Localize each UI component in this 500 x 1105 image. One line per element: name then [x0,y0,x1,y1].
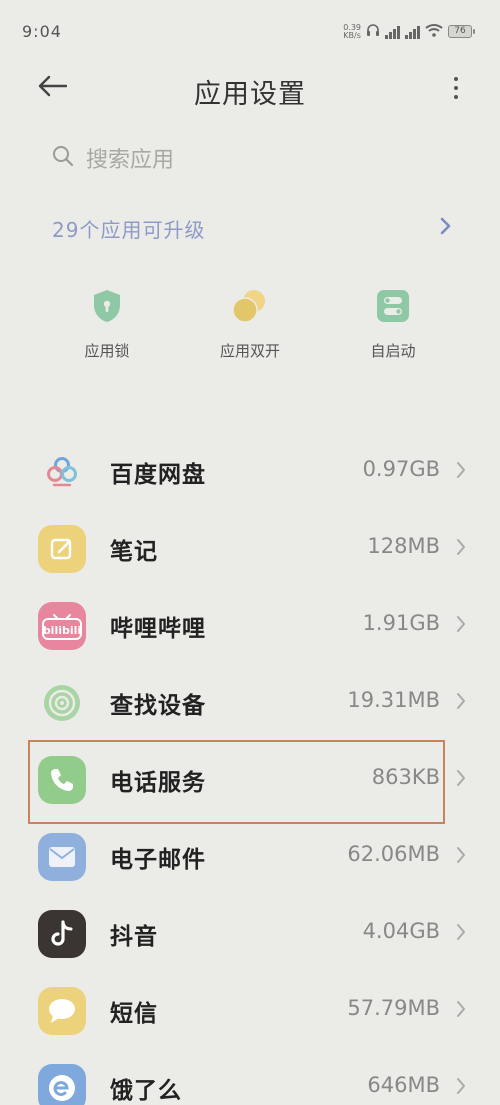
network-speed-unit: KB/s [343,30,361,40]
douyin-icon [38,910,86,958]
auto-start-label: 自启动 [370,342,416,360]
app-size: 1.91GB [362,611,440,635]
chevron-right-icon [456,461,466,483]
app-name: 电子邮件 [110,847,206,873]
search-input[interactable]: 搜索应用 [52,138,452,178]
app-lock-label: 应用锁 [84,342,130,360]
notes-icon [38,525,86,573]
app-size: 19.31MB [347,688,440,712]
status-icons: 0.39 KB/s 76 [343,22,475,41]
auto-start-button[interactable]: 自启动 [322,288,464,368]
upgrade-banner[interactable]: 29个应用可升级 [52,210,452,246]
app-name: 百度网盘 [110,462,206,488]
app-size: 863KB [371,765,440,789]
app-lock-button[interactable]: 应用锁 [36,288,178,368]
app-size: 62.06MB [347,842,440,866]
battery-icon: 76 [448,25,475,38]
app-name: 短信 [110,1001,158,1027]
chevron-right-icon [440,217,452,239]
chevron-right-icon [456,923,466,945]
status-time: 9:04 [22,22,62,41]
signal-1-icon [385,25,400,39]
dual-apps-button[interactable]: 应用双开 [179,288,321,368]
list-item-baidu-netdisk[interactable]: 百度网盘 0.97GB [0,433,500,510]
more-dot-icon [454,95,458,99]
phone-icon [38,756,86,804]
signal-2-icon [405,25,420,39]
chevron-right-icon [456,1000,466,1022]
wifi-icon [425,22,443,41]
chevron-right-icon [456,769,466,791]
list-item-messages[interactable]: 短信 57.79MB [0,972,500,1049]
email-icon [38,833,86,881]
status-bar: 9:04 0.39 KB/s 76 [0,0,500,62]
search-icon [52,145,74,171]
more-dot-icon [454,77,458,81]
svg-text:bilibili: bilibili [43,624,81,637]
header: 应用设置 [0,62,500,118]
app-name: 哔哩哔哩 [110,616,206,642]
app-name: 抖音 [110,924,158,950]
app-size: 0.97GB [362,457,440,481]
toggle-switch-icon [375,288,411,324]
app-size: 4.04GB [362,919,440,943]
app-name: 饿了么 [110,1078,182,1104]
search-placeholder: 搜索应用 [86,148,175,173]
chevron-right-icon [456,846,466,868]
more-options-button[interactable] [444,72,468,104]
chevron-right-icon [456,692,466,714]
list-item-bilibili[interactable]: bilibili 哔哩哔哩 1.91GB [0,587,500,664]
app-name: 电话服务 [110,770,206,796]
quick-actions: 应用锁 应用双开 自启动 [36,288,464,368]
list-item-phone-service[interactable]: 电话服务 863KB [0,741,500,818]
chevron-right-icon [456,538,466,560]
bilibili-icon: bilibili [38,602,86,650]
list-item-notes[interactable]: 笔记 128MB [0,510,500,587]
app-name: 笔记 [110,539,158,565]
dual-circle-icon [232,288,268,324]
list-item-eleme[interactable]: 饿了么 646MB [0,1049,500,1105]
shield-lock-icon [89,288,125,324]
app-size: 128MB [367,534,440,558]
chevron-right-icon [456,615,466,637]
list-item-douyin[interactable]: 抖音 4.04GB [0,895,500,972]
app-size: 646MB [367,1073,440,1097]
chevron-right-icon [456,1077,466,1099]
upgrade-text: 29个应用可升级 [52,217,206,242]
dual-apps-label: 应用双开 [219,342,280,360]
app-list: 百度网盘 0.97GB 笔记 128MB bilibili 哔哩哔哩 1.91G… [0,433,500,1105]
page-title: 应用设置 [194,79,306,110]
headphones-icon [366,22,380,41]
more-dot-icon [454,86,458,90]
list-item-find-device[interactable]: 查找设备 19.31MB [0,664,500,741]
app-size: 57.79MB [347,996,440,1020]
baidu-netdisk-icon [38,448,86,496]
network-speed: 0.39 KB/s [343,23,361,40]
app-name: 查找设备 [110,693,206,719]
eleme-icon [38,1064,86,1105]
list-item-email[interactable]: 电子邮件 62.06MB [0,818,500,895]
find-device-icon [38,679,86,727]
message-icon [38,987,86,1035]
